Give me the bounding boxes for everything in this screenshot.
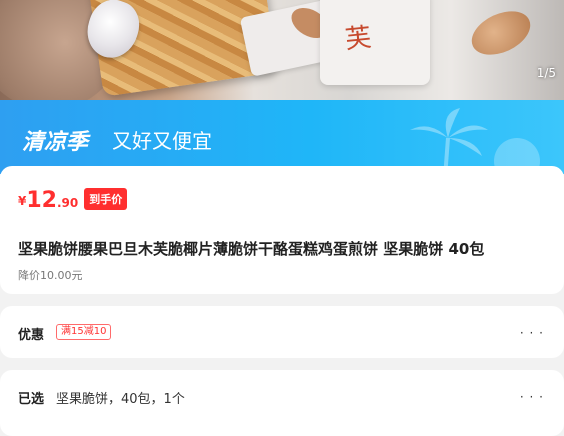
promotion-label: 优惠 — [18, 328, 45, 343]
package-lettering: 芙 — [343, 22, 373, 56]
palm-tree-icon — [410, 108, 488, 174]
more-icon[interactable]: · · · — [520, 390, 544, 404]
banner-subtitle: 又好又便宜 — [112, 129, 212, 153]
cashew-image — [464, 2, 538, 64]
price-drop-note: 降价10.00元 — [18, 269, 83, 282]
price-row: ¥ 12 .90 到手价 — [18, 188, 128, 213]
price-decimal: .90 — [56, 196, 79, 210]
selection-label: 已选 — [18, 392, 45, 407]
currency-symbol: ¥ — [18, 194, 27, 208]
gallery-page-indicator: 1/5 — [536, 66, 556, 80]
promotion-row[interactable]: 优惠 满15减10 · · · — [0, 306, 564, 358]
price-integer: 12 — [26, 188, 57, 213]
package-image — [320, 0, 430, 85]
banner-title: 清凉季 — [22, 130, 89, 155]
final-price-badge: 到手价 — [84, 188, 128, 210]
price-card: ¥ 12 .90 到手价 坚果脆饼腰果巴旦木芙脆椰片薄脆饼干酪蛋糕鸡蛋煎饼 坚果… — [0, 166, 564, 294]
selected-spec: 坚果脆饼，40包，1个 — [56, 392, 185, 407]
selection-row[interactable]: 已选 坚果脆饼，40包，1个 · · · — [0, 370, 564, 436]
product-title: 坚果脆饼腰果巴旦木芙脆椰片薄脆饼干酪蛋糕鸡蛋煎饼 坚果脆饼 40包 — [18, 240, 485, 258]
more-icon[interactable]: · · · — [520, 326, 544, 340]
promo-banner[interactable]: 清凉季 又好又便宜 — [0, 100, 564, 174]
coupon-badge[interactable]: 满15减10 — [56, 324, 112, 340]
product-image-gallery[interactable]: 芙 1/5 — [0, 0, 564, 100]
